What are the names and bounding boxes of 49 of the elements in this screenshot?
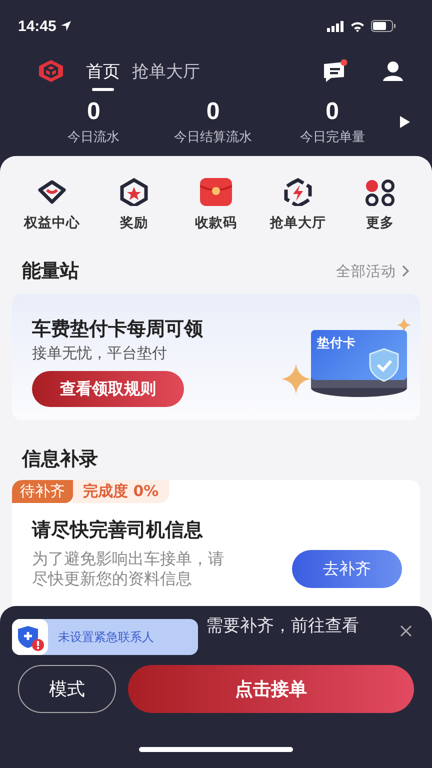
shortcut-label[interactable]: 奖励 (120, 214, 148, 232)
stat-value: 0 (206, 98, 220, 126)
promo-title: 车费垫付卡每周可领 (32, 317, 203, 342)
stat-value: 0 (86, 98, 100, 126)
notice-text[interactable]: 需要补齐，前往查看 (206, 614, 359, 637)
clock-time: 14:45 (18, 18, 56, 34)
profile-icon[interactable] (382, 60, 404, 82)
info-heading: 请尽快完善司机信息 (30, 518, 204, 543)
envelope-icon[interactable] (200, 178, 232, 206)
toast[interactable]: 未设置紧急联系人 (12, 619, 198, 655)
stat-value: 0 (326, 98, 339, 126)
shortcut-label[interactable]: 抢单大厅 (270, 214, 326, 232)
sparkle-icon (281, 364, 311, 394)
wifi-icon (350, 20, 365, 32)
close-icon[interactable] (400, 624, 412, 636)
mode-button[interactable]: 模式 (18, 665, 116, 713)
lightning-icon[interactable] (282, 178, 314, 206)
shortcut-label[interactable]: 更多 (366, 214, 394, 232)
shortcut-label[interactable]: 权益中心 (24, 214, 80, 232)
accept-order-button[interactable]: 点击接单 (128, 665, 414, 713)
shield-check-icon (369, 348, 399, 382)
play-arrow-icon[interactable] (400, 116, 410, 128)
shield-alert-icon (12, 619, 48, 655)
promo-subtitle: 接单无忧，平台垫付 (32, 344, 168, 363)
view-rules-button[interactable]: 查看领取规则 (32, 371, 184, 407)
location-arrow-icon (60, 20, 72, 32)
toast-text: 未设置紧急联系人 (58, 628, 154, 646)
nav-tab[interactable]: 抢单大厅 (126, 56, 206, 92)
nav-tab[interactable]: 首页 (80, 56, 126, 92)
progress-tag: 完成度 0% (73, 480, 169, 503)
chevron-right-icon[interactable] (402, 265, 410, 277)
complete-button[interactable]: 去补齐 (292, 550, 402, 588)
battery-icon (371, 20, 396, 32)
section-title: 信息补录 (22, 447, 98, 472)
card-label: 垫付卡 (317, 335, 356, 352)
star-badge-icon[interactable] (118, 178, 150, 206)
grid-icon[interactable] (364, 178, 396, 206)
message-icon[interactable] (322, 59, 348, 83)
status-tag: 待补齐 (12, 480, 73, 503)
section-title: 能量站 (22, 259, 79, 284)
stat-label: 今日完单量 (300, 129, 365, 146)
sparkle-icon (397, 318, 411, 332)
shortcut-label[interactable]: 收款码 (195, 214, 237, 232)
stat-label: 今日流水 (68, 129, 120, 146)
diamond-icon[interactable] (36, 178, 68, 206)
stat-label: 今日结算流水 (174, 129, 252, 146)
logo-icon (38, 59, 64, 83)
info-description: 为了避免影响出车接单，请尽快更新您的资料信息 (32, 549, 225, 589)
signal-icon (327, 20, 344, 32)
